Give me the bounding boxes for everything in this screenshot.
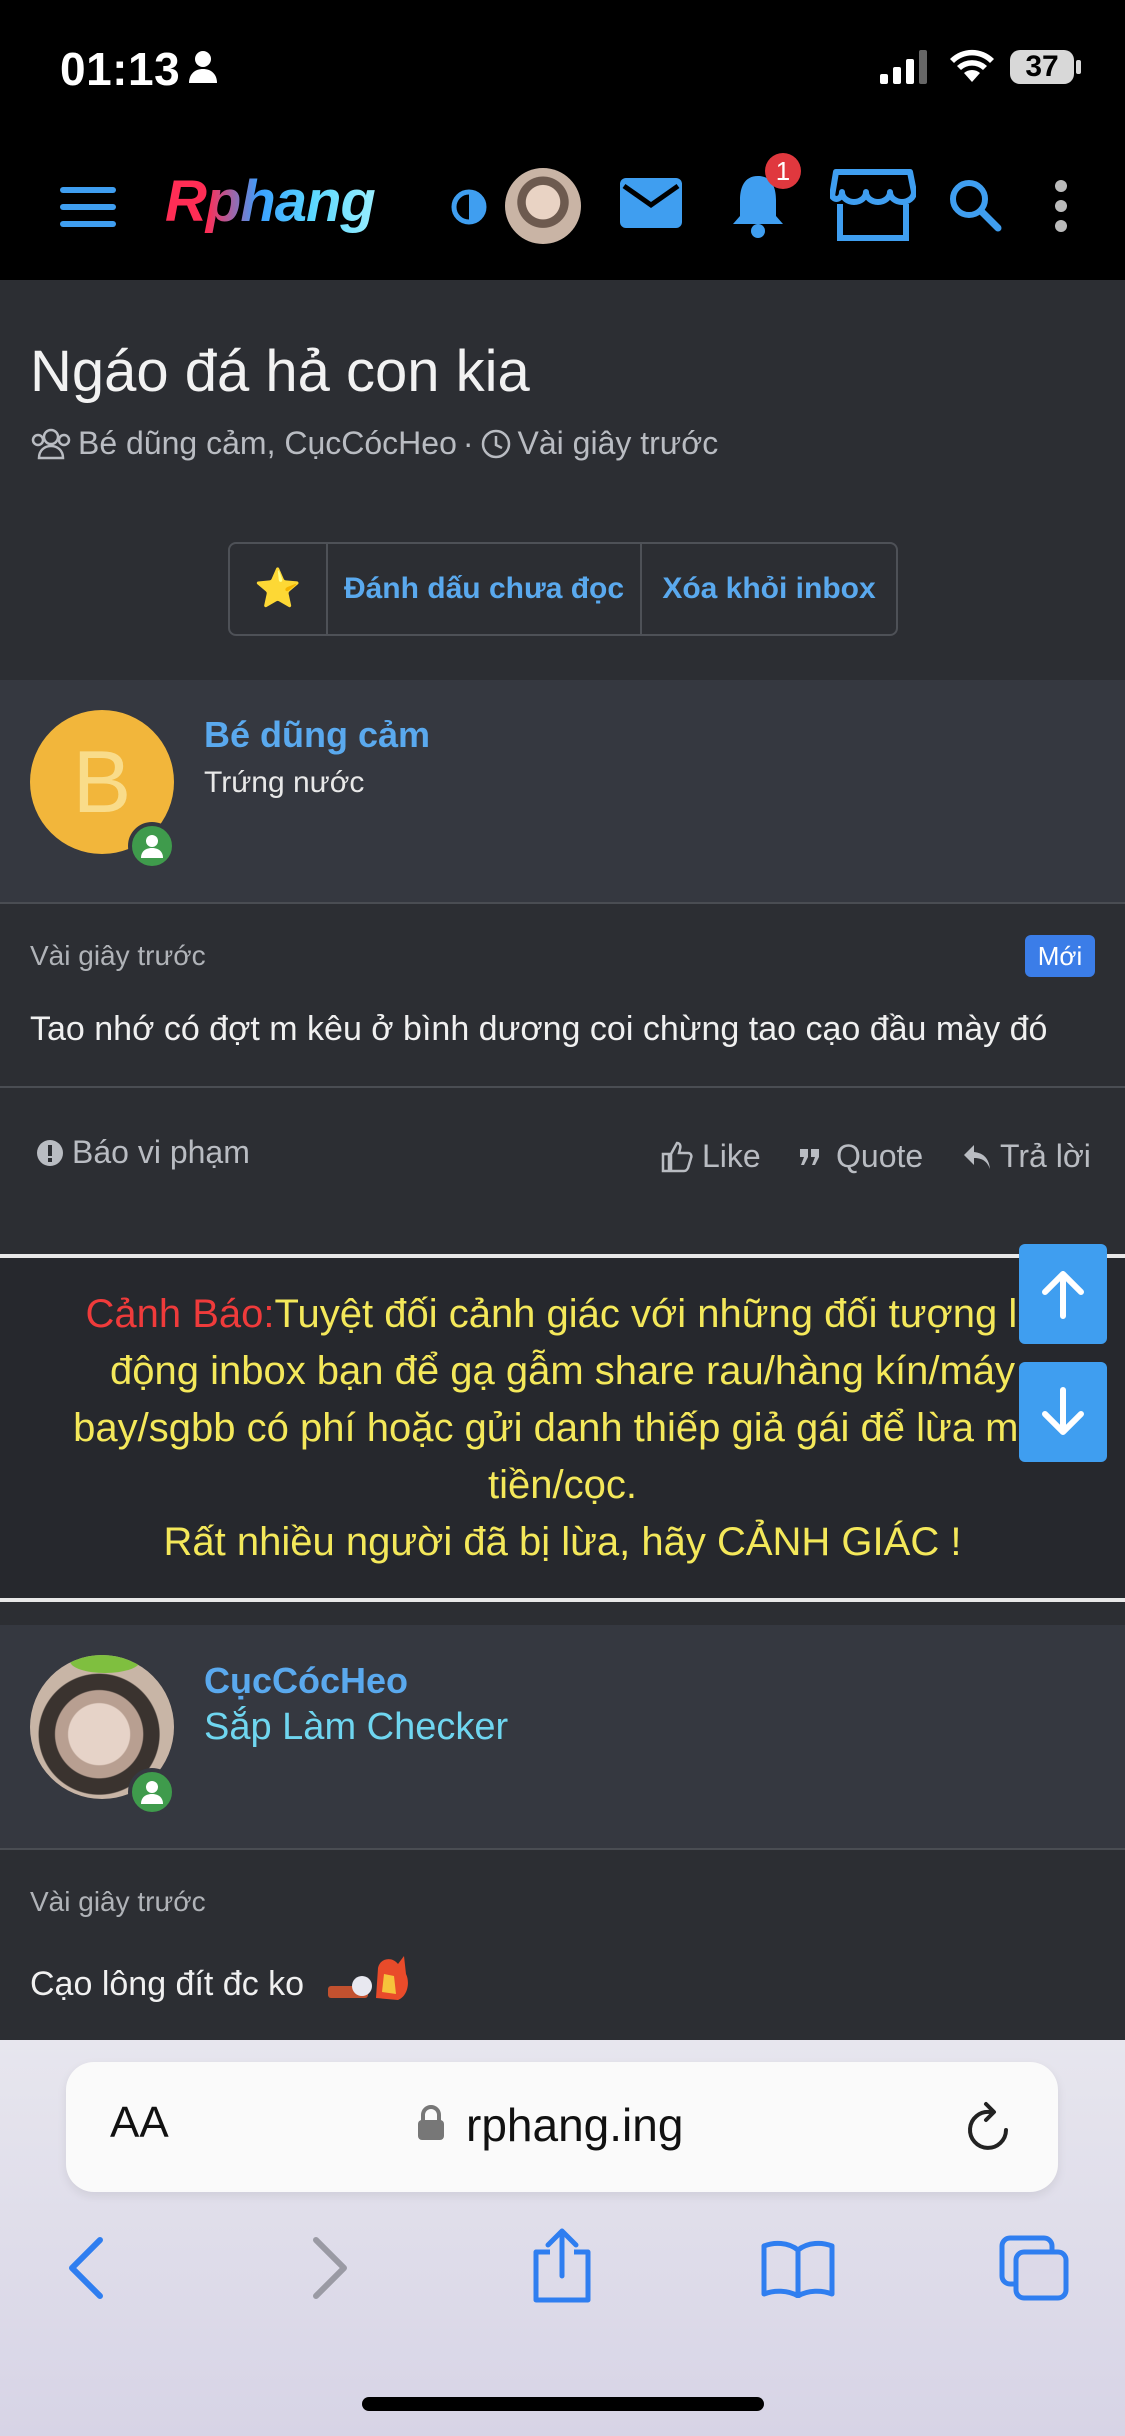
mark-unread-button[interactable]: Đánh dấu chưa đọc <box>328 544 642 634</box>
report-label: Báo vi phạm <box>72 1134 250 1170</box>
store-icon[interactable] <box>830 168 916 242</box>
thumbs-up-icon <box>661 1141 693 1172</box>
conversation-title: Ngáo đá hả con kia <box>30 339 530 404</box>
participants-icon <box>31 428 71 459</box>
menu-icon[interactable] <box>60 185 116 229</box>
cellular-signal-icon <box>880 50 927 84</box>
message-text: Cạo lông đít đc ko <box>30 1965 305 2003</box>
quote-label: Quote <box>836 1138 924 1174</box>
like-button[interactable]: Like <box>660 1138 761 1175</box>
status-time: 01:13 <box>60 43 181 95</box>
bookmarks-icon[interactable] <box>760 2240 836 2298</box>
reply-icon <box>964 1144 990 1169</box>
conversation-meta: Bé dũng cảm, CụcCócHeo · Vài giây trước <box>30 425 718 462</box>
message-timestamp: Vài giây trước <box>30 1886 206 1917</box>
message-text: Tao nhớ có đợt m kêu ở bình dương coi ch… <box>30 1010 1048 1048</box>
more-vertical-icon[interactable] <box>1054 180 1068 232</box>
warning-line-2: động inbox bạn để gạ gẫm share rau/hàng … <box>109 1349 1016 1393</box>
online-status-icon <box>128 1768 176 1816</box>
like-label: Like <box>702 1138 761 1174</box>
scroll-top-button[interactable] <box>1019 1244 1107 1344</box>
theme-toggle-icon[interactable] <box>450 188 488 226</box>
message-username[interactable]: Bé dũng cảm <box>204 714 430 756</box>
online-status-icon <box>128 822 176 870</box>
tabs-icon[interactable] <box>998 2234 1070 2302</box>
warning-text: Tuyệt đối cảnh giác với những đối tượng … <box>274 1292 1040 1336</box>
search-icon[interactable] <box>948 178 1002 232</box>
arrow-up-icon <box>1042 1271 1084 1319</box>
battery-indicator: 37 <box>1010 50 1074 84</box>
scroll-bottom-button[interactable] <box>1019 1362 1107 1462</box>
message-user-title: Trứng nước <box>204 766 365 799</box>
participants-link[interactable]: Bé dũng cảm, CụcCócHeo <box>78 425 457 462</box>
warning-line-5: Rất nhiều người đã bị lừa, hãy CẢNH GIÁC… <box>163 1520 962 1564</box>
mail-icon[interactable] <box>620 178 682 228</box>
star-button[interactable]: ⭐ <box>230 544 328 634</box>
person-icon <box>189 51 217 83</box>
emoji-sticker-icon <box>328 1956 408 2000</box>
warning-line-4: tiền/cọc. <box>488 1463 637 1507</box>
message-body <box>0 1851 1125 2041</box>
site-logo[interactable]: Rphang <box>165 168 376 235</box>
meta-separator: · <box>462 425 474 461</box>
conversation-time: Vài giây trước <box>517 425 719 461</box>
conversation-actions: ⭐ Đánh dấu chưa đọc Xóa khỏi inbox <box>228 542 898 636</box>
divider <box>0 1086 1125 1088</box>
reply-label: Trả lời <box>1000 1138 1091 1174</box>
message-timestamp: Vài giây trước <box>30 940 206 971</box>
message-username[interactable]: CụcCócHeo <box>204 1660 408 1702</box>
new-badge: Mới <box>1025 935 1095 977</box>
alert-icon <box>37 1139 63 1166</box>
url-text[interactable]: rphang.ing <box>466 2098 683 2152</box>
report-link[interactable]: Báo vi phạm <box>36 1134 250 1171</box>
message-user-title: Sắp Làm Checker <box>204 1706 509 1748</box>
warning-line-1: Cảnh Báo:Tuyệt đối cảnh giác với những đ… <box>0 1286 1125 1343</box>
notification-badge: 1 <box>765 153 801 189</box>
battery-cap <box>1076 60 1081 74</box>
warning-line-3: bay/sgbb có phí hoặc gửi danh thiếp giả … <box>73 1406 1052 1450</box>
divider <box>0 1848 1125 1850</box>
share-icon[interactable] <box>530 2228 594 2304</box>
reply-button[interactable]: Trả lời <box>962 1138 1091 1175</box>
remove-inbox-button[interactable]: Xóa khỏi inbox <box>642 544 896 634</box>
quote-icon <box>800 1148 819 1165</box>
quote-button[interactable]: Quote <box>798 1138 923 1175</box>
reload-icon[interactable] <box>964 2100 1014 2154</box>
forward-icon[interactable] <box>310 2236 350 2300</box>
text-size-button[interactable]: AA <box>110 2098 169 2148</box>
warning-label: Cảnh Báo: <box>85 1292 275 1336</box>
wifi-icon <box>950 49 994 82</box>
user-avatar[interactable] <box>505 168 581 244</box>
home-indicator <box>362 2397 764 2411</box>
lock-icon <box>418 2105 444 2140</box>
arrow-down-icon <box>1042 1387 1084 1435</box>
back-icon[interactable] <box>66 2236 106 2300</box>
clock-icon <box>481 429 510 458</box>
scam-warning-banner: Cảnh Báo:Tuyệt đối cảnh giác với những đ… <box>0 1254 1125 1602</box>
